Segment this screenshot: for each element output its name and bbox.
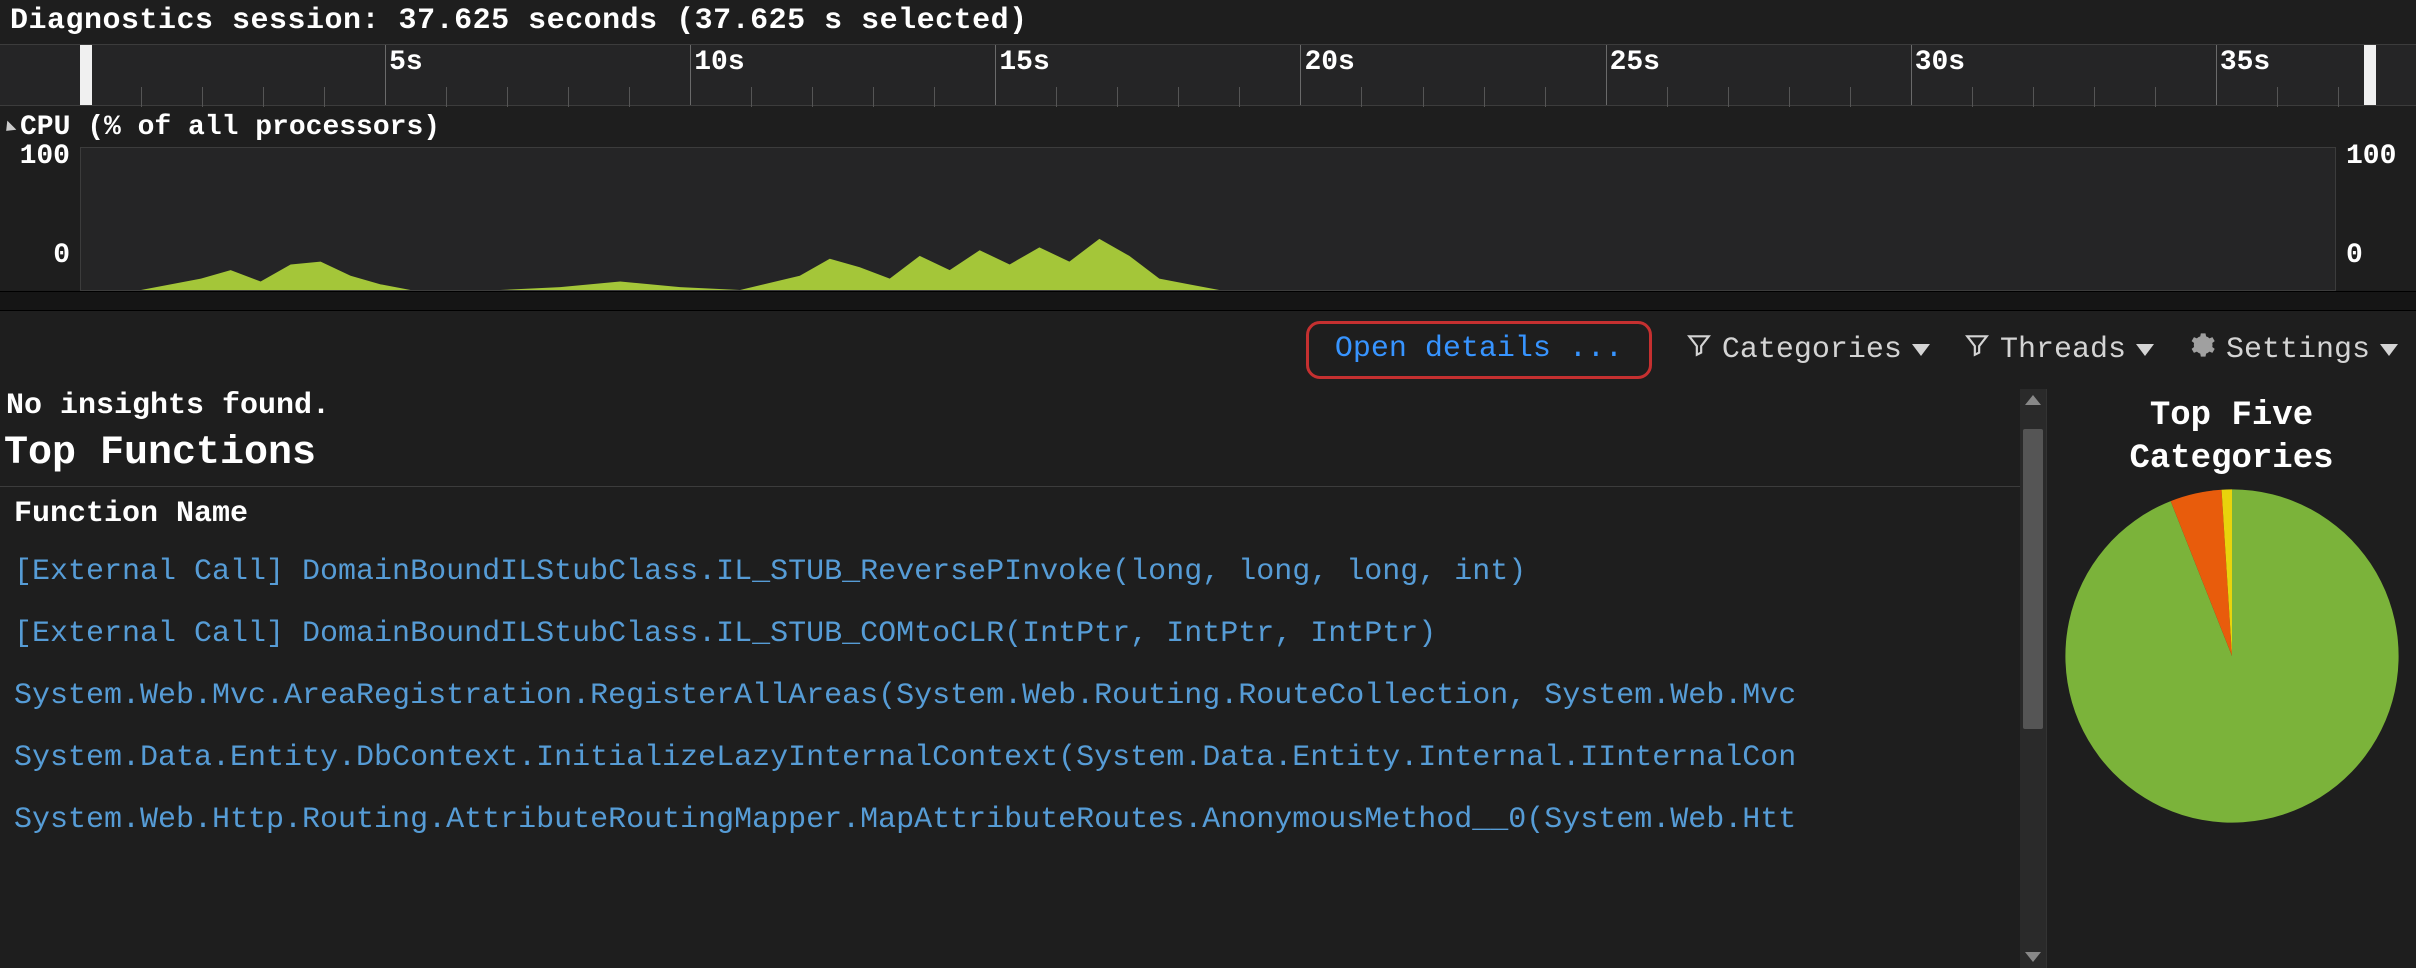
ruler-tick-minor <box>629 87 630 107</box>
threads-label: Threads <box>2000 333 2126 367</box>
ruler-tick-minor <box>1728 87 1729 107</box>
axis-label: 0 <box>2346 240 2363 271</box>
column-header-function-name[interactable]: Function Name <box>0 486 2046 541</box>
right-panel: Top Five Categories <box>2046 389 2416 968</box>
threads-filter-button[interactable]: Threads <box>1964 332 2154 368</box>
ruler-tick-minor <box>1117 87 1118 107</box>
pie-chart-title: Top Five Categories <box>2129 395 2333 480</box>
cpu-section-header[interactable]: CPU (% of all processors) <box>0 106 2416 147</box>
cpu-chart: 100 0 100 0 <box>0 147 2416 291</box>
ruler-tick-label: 25s <box>1610 47 1660 78</box>
ruler-tick-minor <box>812 87 813 107</box>
ruler-tick-minor <box>446 87 447 107</box>
ruler-tick-minor <box>263 87 264 107</box>
chevron-down-icon <box>2 120 17 135</box>
ruler-tick <box>995 45 996 105</box>
function-row[interactable]: System.Web.Mvc.AreaRegistration.Register… <box>0 665 2046 727</box>
pie-title-line1: Top Five <box>2150 397 2313 435</box>
insights-message: No insights found. <box>0 389 2046 427</box>
ruler-tick-label: 15s <box>999 47 1049 78</box>
scroll-down-icon[interactable] <box>2025 952 2041 962</box>
ruler-tick-label: 20s <box>1304 47 1354 78</box>
categories-label: Categories <box>1722 333 1902 367</box>
categories-filter-button[interactable]: Categories <box>1686 332 1930 368</box>
filter-icon <box>1686 332 1712 368</box>
ruler-tick-label: 35s <box>2220 47 2270 78</box>
filter-icon <box>1964 332 1990 368</box>
selection-handle-right[interactable] <box>2364 45 2376 105</box>
ruler-tick <box>1606 45 1607 105</box>
ruler-tick-minor <box>1178 87 1179 107</box>
ruler-tick <box>2216 45 2217 105</box>
ruler-tick-minor <box>507 87 508 107</box>
chevron-down-icon <box>2380 344 2398 356</box>
function-row[interactable]: [External Call] DomainBoundILStubClass.I… <box>0 603 2046 665</box>
scroll-up-icon[interactable] <box>2025 395 2041 405</box>
ruler-tick-minor <box>324 87 325 107</box>
axis-label: 100 <box>2346 141 2396 172</box>
ruler-tick-minor <box>568 87 569 107</box>
cpu-header-label: CPU (% of all processors) <box>20 112 440 143</box>
cpu-plot-area[interactable] <box>80 147 2336 291</box>
ruler-tick-minor <box>1545 87 1546 107</box>
gear-icon <box>2188 331 2216 369</box>
ruler-tick <box>690 45 691 105</box>
panel-divider <box>0 291 2416 311</box>
session-title: Diagnostics session: 37.625 seconds (37.… <box>0 0 2416 44</box>
ruler-tick-minor <box>1423 87 1424 107</box>
ruler-tick-minor <box>2033 87 2034 107</box>
ruler-tick-minor <box>2094 87 2095 107</box>
function-list: [External Call] DomainBoundILStubClass.I… <box>0 541 2046 851</box>
chevron-down-icon <box>2136 344 2154 356</box>
axis-label: 100 <box>20 141 70 172</box>
ruler-tick <box>1911 45 1912 105</box>
chevron-down-icon <box>1912 344 1930 356</box>
ruler-tick-label: 10s <box>694 47 744 78</box>
axis-label: 0 <box>53 240 70 271</box>
ruler-tick-minor <box>1972 87 1973 107</box>
ruler-tick-minor <box>1056 87 1057 107</box>
time-ruler[interactable]: 5s 10s 15s 20s 25s 30s 35s <box>0 44 2416 106</box>
ruler-tick-minor <box>1789 87 1790 107</box>
ruler-tick-minor <box>202 87 203 107</box>
ruler-tick-minor <box>873 87 874 107</box>
selection-handle-left[interactable] <box>80 45 92 105</box>
function-row[interactable]: System.Data.Entity.DbContext.InitializeL… <box>0 727 2046 789</box>
ruler-tick-minor <box>934 87 935 107</box>
ruler-tick-minor <box>1484 87 1485 107</box>
ruler-tick-minor <box>1850 87 1851 107</box>
ruler-tick-minor <box>751 87 752 107</box>
ruler-tick-label: 5s <box>389 47 423 78</box>
ruler-tick-minor <box>2338 87 2339 107</box>
ruler-tick-minor <box>1667 87 1668 107</box>
scrollbar-thumb[interactable] <box>2023 429 2043 729</box>
ruler-tick-minor <box>141 87 142 107</box>
function-row[interactable]: System.Web.Http.Routing.AttributeRouting… <box>0 789 2046 851</box>
ruler-tick-minor <box>2277 87 2278 107</box>
cpu-axis-left: 100 0 <box>0 147 80 291</box>
pie-title-line2: Categories <box>2129 440 2333 478</box>
scrollbar-vertical[interactable] <box>2020 389 2046 968</box>
settings-button[interactable]: Settings <box>2188 331 2398 369</box>
ruler-tick-minor <box>1361 87 1362 107</box>
left-panel: No insights found. Top Functions Functio… <box>0 389 2046 968</box>
toolbar: Open details ... Categories Threads Sett… <box>0 311 2416 389</box>
open-details-link[interactable]: Open details ... <box>1306 321 1652 379</box>
pie-chart[interactable] <box>2062 486 2402 826</box>
ruler-tick-minor <box>1239 87 1240 107</box>
cpu-sparkline <box>81 148 2335 290</box>
ruler-tick <box>1300 45 1301 105</box>
ruler-tick-label: 30s <box>1915 47 1965 78</box>
ruler-tick <box>385 45 386 105</box>
top-functions-title: Top Functions <box>0 427 2046 486</box>
settings-label: Settings <box>2226 333 2370 367</box>
cpu-axis-right: 100 0 <box>2336 147 2416 291</box>
ruler-tick-minor <box>2155 87 2156 107</box>
function-row[interactable]: [External Call] DomainBoundILStubClass.I… <box>0 541 2046 603</box>
